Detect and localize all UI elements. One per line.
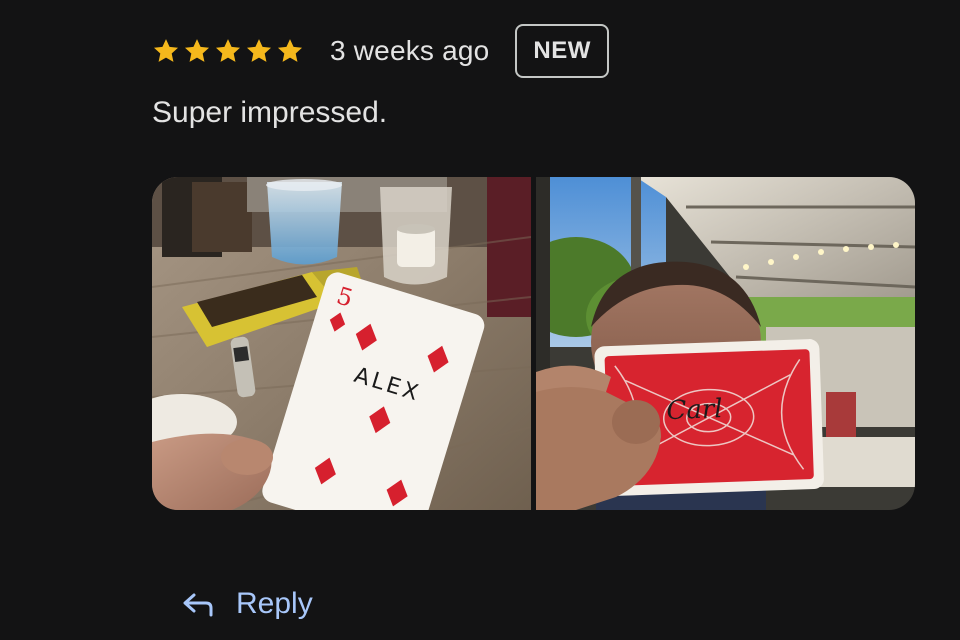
- star-icon: [153, 39, 179, 62]
- review-time: 3 weeks ago: [330, 35, 490, 66]
- review-text: Super impressed.: [152, 96, 388, 129]
- star-icon: [215, 39, 241, 62]
- review-card: 3 weeks ago NEW Super impressed. 5 ALEX …: [0, 0, 960, 640]
- reply-arrow-icon: [183, 593, 213, 617]
- star-icon: [277, 39, 303, 62]
- star-icon: [246, 39, 272, 62]
- reply-label: Reply: [236, 587, 313, 620]
- review-photos: 5 ALEX Carl: [152, 177, 915, 510]
- review-photo-1[interactable]: 5 ALEX: [152, 177, 531, 510]
- new-badge: NEW: [515, 24, 609, 78]
- photo-playing-card-five-of-diamonds: 5 ALEX: [152, 177, 531, 510]
- review-meta: 3 weeks ago NEW: [152, 22, 609, 80]
- card-name-handwriting: Carl: [666, 394, 723, 426]
- star-rating: [152, 37, 304, 65]
- reply-button[interactable]: Reply: [180, 582, 313, 626]
- star-icon: [184, 39, 210, 62]
- photo-person-holding-card-back: Carl: [536, 177, 915, 510]
- review-photo-2[interactable]: Carl: [536, 177, 915, 510]
